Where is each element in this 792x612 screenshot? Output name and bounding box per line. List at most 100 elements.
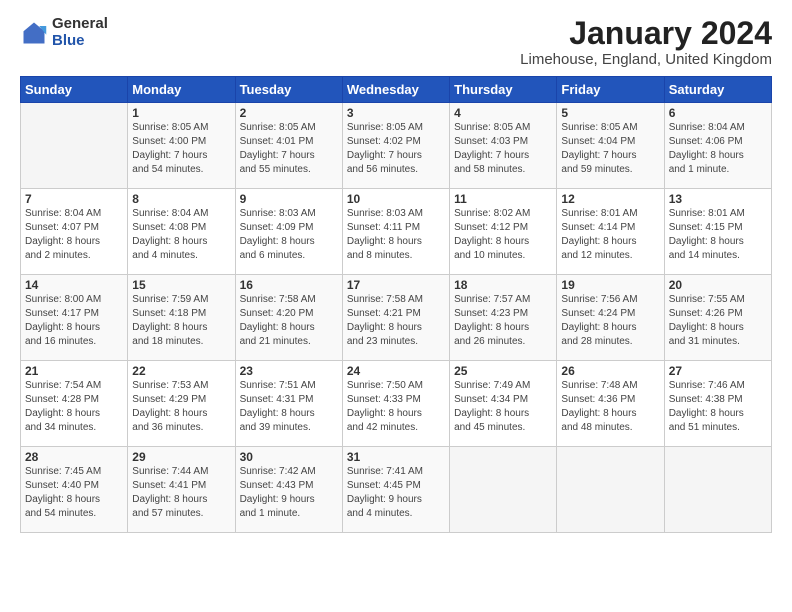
day-number: 29 [132, 450, 230, 464]
table-row: 31Sunrise: 7:41 AMSunset: 4:45 PMDayligh… [342, 447, 449, 533]
day-info: Sunrise: 7:57 AMSunset: 4:23 PMDaylight:… [454, 293, 552, 349]
table-row: 4Sunrise: 8:05 AMSunset: 4:03 PMDaylight… [450, 103, 557, 189]
day-info: Sunrise: 7:44 AMSunset: 4:41 PMDaylight:… [132, 465, 230, 521]
calendar-header: Sunday Monday Tuesday Wednesday Thursday… [21, 77, 772, 103]
day-info: Sunrise: 8:05 AMSunset: 4:02 PMDaylight:… [347, 121, 445, 177]
day-number: 11 [454, 192, 552, 206]
table-row: 13Sunrise: 8:01 AMSunset: 4:15 PMDayligh… [664, 189, 771, 275]
day-number: 4 [454, 106, 552, 120]
table-row: 15Sunrise: 7:59 AMSunset: 4:18 PMDayligh… [128, 275, 235, 361]
day-number: 13 [669, 192, 767, 206]
day-number: 22 [132, 364, 230, 378]
table-row: 16Sunrise: 7:58 AMSunset: 4:20 PMDayligh… [235, 275, 342, 361]
day-number: 16 [240, 278, 338, 292]
day-info: Sunrise: 7:58 AMSunset: 4:21 PMDaylight:… [347, 293, 445, 349]
day-number: 21 [25, 364, 123, 378]
table-row: 20Sunrise: 7:55 AMSunset: 4:26 PMDayligh… [664, 275, 771, 361]
day-info: Sunrise: 8:05 AMSunset: 4:04 PMDaylight:… [561, 121, 659, 177]
table-row: 29Sunrise: 7:44 AMSunset: 4:41 PMDayligh… [128, 447, 235, 533]
day-info: Sunrise: 8:05 AMSunset: 4:01 PMDaylight:… [240, 121, 338, 177]
day-number: 24 [347, 364, 445, 378]
day-info: Sunrise: 7:41 AMSunset: 4:45 PMDaylight:… [347, 465, 445, 521]
table-row: 5Sunrise: 8:05 AMSunset: 4:04 PMDaylight… [557, 103, 664, 189]
day-number: 9 [240, 192, 338, 206]
day-info: Sunrise: 7:55 AMSunset: 4:26 PMDaylight:… [669, 293, 767, 349]
logo: General Blue [20, 16, 108, 49]
day-number: 5 [561, 106, 659, 120]
day-number: 6 [669, 106, 767, 120]
table-row: 19Sunrise: 7:56 AMSunset: 4:24 PMDayligh… [557, 275, 664, 361]
table-row [450, 447, 557, 533]
calendar-week-row: 7Sunrise: 8:04 AMSunset: 4:07 PMDaylight… [21, 189, 772, 275]
col-tuesday: Tuesday [235, 77, 342, 103]
day-info: Sunrise: 8:05 AMSunset: 4:03 PMDaylight:… [454, 121, 552, 177]
col-sunday: Sunday [21, 77, 128, 103]
table-row [557, 447, 664, 533]
day-number: 10 [347, 192, 445, 206]
day-number: 27 [669, 364, 767, 378]
day-number: 23 [240, 364, 338, 378]
day-info: Sunrise: 7:58 AMSunset: 4:20 PMDaylight:… [240, 293, 338, 349]
day-info: Sunrise: 7:49 AMSunset: 4:34 PMDaylight:… [454, 379, 552, 435]
day-number: 7 [25, 192, 123, 206]
table-row: 9Sunrise: 8:03 AMSunset: 4:09 PMDaylight… [235, 189, 342, 275]
calendar-body: 1Sunrise: 8:05 AMSunset: 4:00 PMDaylight… [21, 103, 772, 533]
day-number: 28 [25, 450, 123, 464]
table-row: 3Sunrise: 8:05 AMSunset: 4:02 PMDaylight… [342, 103, 449, 189]
day-info: Sunrise: 7:48 AMSunset: 4:36 PMDaylight:… [561, 379, 659, 435]
calendar-week-row: 21Sunrise: 7:54 AMSunset: 4:28 PMDayligh… [21, 361, 772, 447]
day-info: Sunrise: 8:03 AMSunset: 4:11 PMDaylight:… [347, 207, 445, 263]
day-info: Sunrise: 7:59 AMSunset: 4:18 PMDaylight:… [132, 293, 230, 349]
day-number: 18 [454, 278, 552, 292]
table-row: 12Sunrise: 8:01 AMSunset: 4:14 PMDayligh… [557, 189, 664, 275]
day-info: Sunrise: 8:05 AMSunset: 4:00 PMDaylight:… [132, 121, 230, 177]
col-thursday: Thursday [450, 77, 557, 103]
day-info: Sunrise: 7:54 AMSunset: 4:28 PMDaylight:… [25, 379, 123, 435]
day-number: 15 [132, 278, 230, 292]
col-friday: Friday [557, 77, 664, 103]
col-saturday: Saturday [664, 77, 771, 103]
col-wednesday: Wednesday [342, 77, 449, 103]
day-info: Sunrise: 7:51 AMSunset: 4:31 PMDaylight:… [240, 379, 338, 435]
table-row: 8Sunrise: 8:04 AMSunset: 4:08 PMDaylight… [128, 189, 235, 275]
table-row: 18Sunrise: 7:57 AMSunset: 4:23 PMDayligh… [450, 275, 557, 361]
day-number: 3 [347, 106, 445, 120]
table-row: 27Sunrise: 7:46 AMSunset: 4:38 PMDayligh… [664, 361, 771, 447]
day-info: Sunrise: 8:02 AMSunset: 4:12 PMDaylight:… [454, 207, 552, 263]
day-number: 8 [132, 192, 230, 206]
calendar-subtitle: Limehouse, England, United Kingdom [520, 51, 772, 68]
calendar-table: Sunday Monday Tuesday Wednesday Thursday… [20, 76, 772, 533]
table-row: 1Sunrise: 8:05 AMSunset: 4:00 PMDaylight… [128, 103, 235, 189]
logo-general-label: General [52, 16, 108, 33]
day-info: Sunrise: 7:56 AMSunset: 4:24 PMDaylight:… [561, 293, 659, 349]
day-info: Sunrise: 8:04 AMSunset: 4:06 PMDaylight:… [669, 121, 767, 177]
day-number: 25 [454, 364, 552, 378]
table-row: 26Sunrise: 7:48 AMSunset: 4:36 PMDayligh… [557, 361, 664, 447]
day-info: Sunrise: 7:45 AMSunset: 4:40 PMDaylight:… [25, 465, 123, 521]
calendar-title: January 2024 [520, 16, 772, 51]
col-monday: Monday [128, 77, 235, 103]
calendar-week-row: 1Sunrise: 8:05 AMSunset: 4:00 PMDaylight… [21, 103, 772, 189]
table-row: 11Sunrise: 8:02 AMSunset: 4:12 PMDayligh… [450, 189, 557, 275]
day-info: Sunrise: 8:00 AMSunset: 4:17 PMDaylight:… [25, 293, 123, 349]
day-number: 20 [669, 278, 767, 292]
header-row: Sunday Monday Tuesday Wednesday Thursday… [21, 77, 772, 103]
table-row: 10Sunrise: 8:03 AMSunset: 4:11 PMDayligh… [342, 189, 449, 275]
day-info: Sunrise: 7:42 AMSunset: 4:43 PMDaylight:… [240, 465, 338, 521]
table-row: 21Sunrise: 7:54 AMSunset: 4:28 PMDayligh… [21, 361, 128, 447]
day-info: Sunrise: 8:04 AMSunset: 4:08 PMDaylight:… [132, 207, 230, 263]
table-row: 22Sunrise: 7:53 AMSunset: 4:29 PMDayligh… [128, 361, 235, 447]
day-number: 30 [240, 450, 338, 464]
table-row [664, 447, 771, 533]
day-info: Sunrise: 8:01 AMSunset: 4:14 PMDaylight:… [561, 207, 659, 263]
table-row: 6Sunrise: 8:04 AMSunset: 4:06 PMDaylight… [664, 103, 771, 189]
logo-icon [20, 19, 48, 47]
logo-blue-label: Blue [52, 33, 108, 50]
calendar-week-row: 28Sunrise: 7:45 AMSunset: 4:40 PMDayligh… [21, 447, 772, 533]
day-info: Sunrise: 7:46 AMSunset: 4:38 PMDaylight:… [669, 379, 767, 435]
day-number: 1 [132, 106, 230, 120]
table-row: 7Sunrise: 8:04 AMSunset: 4:07 PMDaylight… [21, 189, 128, 275]
day-number: 12 [561, 192, 659, 206]
table-row: 2Sunrise: 8:05 AMSunset: 4:01 PMDaylight… [235, 103, 342, 189]
day-info: Sunrise: 7:50 AMSunset: 4:33 PMDaylight:… [347, 379, 445, 435]
